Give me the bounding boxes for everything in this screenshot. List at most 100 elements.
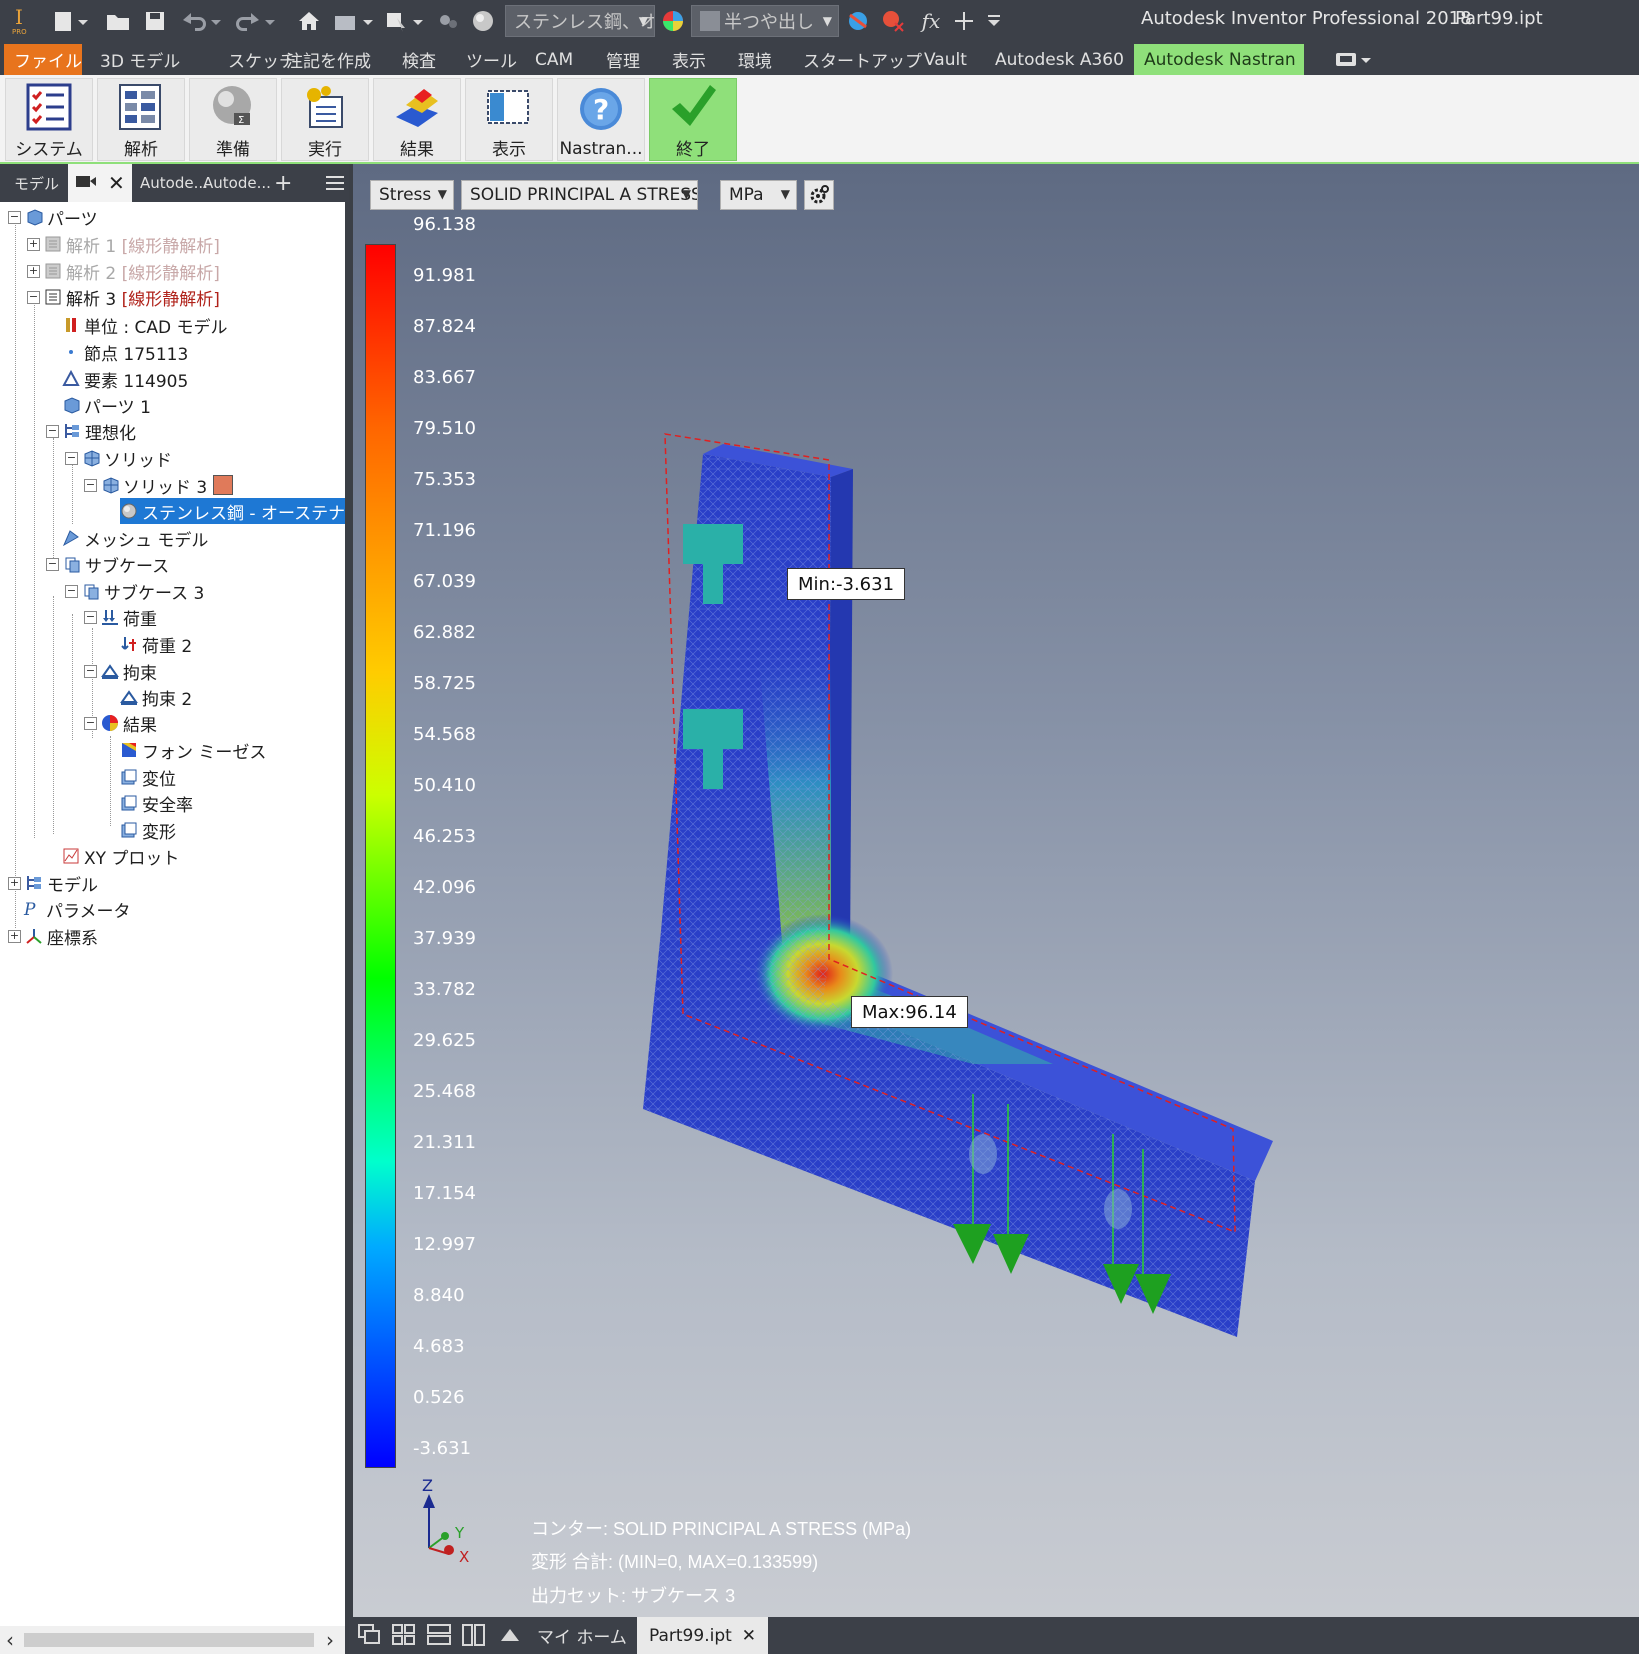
tab-3d-model[interactable]: 3D モデル	[90, 44, 190, 75]
tab-vault[interactable]: Vault	[914, 44, 977, 75]
tree-node-deformation[interactable]: 変形	[120, 817, 176, 843]
tab-tools[interactable]: ツール	[456, 44, 527, 75]
expand-toggle[interactable]: +	[27, 264, 40, 278]
analysis-button[interactable]: 解析	[97, 78, 185, 161]
tab-environments[interactable]: 環境	[728, 44, 782, 75]
tree-node-constraints[interactable]: − 拘束	[84, 658, 157, 684]
tree-node-solid[interactable]: − ソリッド	[65, 445, 172, 471]
tree-node-results[interactable]: − 結果	[84, 710, 157, 736]
close-tab-icon[interactable]: ✕	[108, 171, 125, 195]
fx-parameters-icon[interactable]: fx	[918, 6, 944, 36]
ribbon-display-toggle-icon[interactable]	[1334, 50, 1374, 70]
material-combo[interactable]: ステンレス鋼、オ ▼	[505, 5, 655, 37]
plot-settings-gear-icon[interactable]	[804, 180, 834, 210]
open-folder-icon[interactable]	[104, 6, 132, 36]
tree-node-units[interactable]: 単位 : CAD モデル	[62, 312, 228, 338]
tab-nastran-browser[interactable]: ✕	[68, 164, 132, 202]
scroll-right-icon[interactable]: ›	[326, 1628, 334, 1652]
appearance-color-icon[interactable]	[660, 6, 686, 36]
browser-menu-icon[interactable]	[318, 164, 352, 202]
arrange-up-icon[interactable]	[497, 1623, 525, 1649]
tab-inspect[interactable]: 検査	[392, 44, 446, 75]
tree-node-elements[interactable]: 要素 114905	[62, 366, 188, 392]
cascade-windows-icon[interactable]	[357, 1623, 385, 1649]
collapse-toggle[interactable]: −	[84, 664, 97, 678]
result-component-select[interactable]: SOLID PRINCIPAL A STRESS ▼	[461, 180, 698, 210]
tab-manage[interactable]: 管理	[596, 44, 650, 75]
tree-node-parts-1[interactable]: パーツ 1	[62, 392, 151, 418]
tab-autodesk-a360[interactable]: Autodesk A360	[985, 44, 1134, 75]
select-filter-icon[interactable]	[384, 6, 428, 36]
tab-annotate[interactable]: 注記を作成	[276, 44, 381, 75]
project-icon[interactable]	[332, 6, 376, 36]
tree-node-mesh-model[interactable]: メッシュ モデル	[62, 525, 208, 551]
tree-node-material[interactable]: ステンレス鋼 - オーステナイト系	[120, 498, 345, 524]
tree-node-load-2[interactable]: 荷重 2	[120, 631, 192, 657]
unit-select[interactable]: MPa ▼	[720, 180, 797, 210]
tab-get-started[interactable]: スタートアップ	[793, 44, 932, 75]
tab-autodesk-nastran[interactable]: Autodesk Nastran	[1134, 44, 1304, 75]
tab-file[interactable]: ファイル	[4, 44, 82, 75]
tab-part99-document[interactable]: Part99.ipt ✕	[637, 1617, 769, 1654]
tab-cam[interactable]: CAM	[525, 44, 583, 75]
scrollbar-thumb[interactable]	[24, 1633, 314, 1647]
tree-node-analysis-2[interactable]: + 解析 2 [線形静解析]	[27, 258, 220, 284]
system-button[interactable]: システム	[5, 78, 93, 161]
result-type-select[interactable]: Stress ▼	[370, 180, 454, 210]
expand-toggle[interactable]: +	[27, 237, 40, 251]
close-document-icon[interactable]: ✕	[742, 1626, 756, 1646]
tree-node-idealization[interactable]: − 理想化	[46, 418, 136, 444]
tree-node-subcase-3[interactable]: − サブケース 3	[65, 578, 204, 604]
tile-windows-icon[interactable]	[391, 1623, 419, 1649]
tree-node-subcase[interactable]: − サブケース	[46, 551, 169, 577]
collapse-toggle[interactable]: −	[84, 610, 97, 624]
new-document-icon[interactable]	[50, 6, 94, 36]
scroll-left-icon[interactable]: ‹	[6, 1628, 14, 1652]
tree-node-von-mises[interactable]: フォン ミーゼス	[120, 737, 266, 763]
tree-node-parts[interactable]: − パーツ	[8, 204, 98, 230]
run-button[interactable]: 実行	[281, 78, 369, 161]
tree-node-coordinate-system[interactable]: + 座標系	[8, 923, 98, 949]
tree-node-displacement[interactable]: 変位	[120, 764, 176, 790]
add-tab-button[interactable]: +	[268, 164, 298, 202]
graphics-viewport[interactable]: Stress ▼ SOLID PRINCIPAL A STRESS ▼ MPa ▼ 9…	[353, 164, 1639, 1617]
browser-horizontal-scrollbar[interactable]: ‹ ›	[0, 1626, 345, 1654]
collapse-toggle[interactable]: −	[65, 451, 78, 465]
tile-vertical-icon[interactable]	[461, 1623, 489, 1649]
appearance-combo[interactable]: 半つや出し ▼	[691, 5, 839, 37]
save-icon[interactable]	[142, 6, 168, 36]
home-icon[interactable]	[296, 6, 322, 36]
tree-node-model[interactable]: + モデル	[8, 870, 98, 896]
collapse-toggle[interactable]: −	[46, 557, 59, 571]
material-sphere-icon[interactable]	[470, 6, 496, 36]
collapse-toggle[interactable]: −	[84, 478, 97, 492]
collapse-toggle[interactable]: −	[84, 716, 97, 730]
tree-node-safety-factor[interactable]: 安全率	[120, 790, 193, 816]
collapse-toggle[interactable]: −	[65, 584, 78, 598]
results-button[interactable]: 結果	[373, 78, 461, 161]
tree-node-constraint-2[interactable]: 拘束 2	[120, 684, 192, 710]
clear-appearance-icon[interactable]	[880, 6, 906, 36]
tree-node-analysis-1[interactable]: + 解析 1 [線形静解析]	[27, 231, 220, 257]
plus-icon[interactable]	[952, 6, 976, 36]
tree-node-parameters[interactable]: P パラメータ	[24, 896, 131, 922]
tree-node-xy-plot[interactable]: XY プロット	[62, 843, 179, 869]
tree-node-analysis-3[interactable]: − 解析 3 [線形静解析]	[27, 284, 220, 310]
inventor-pro-logo-icon[interactable]: I PRO	[8, 6, 32, 36]
adjust-appearance-icon[interactable]	[845, 6, 871, 36]
tile-horizontal-icon[interactable]	[426, 1623, 454, 1649]
tab-model[interactable]: モデル	[8, 164, 65, 202]
expand-toggle[interactable]: +	[8, 929, 21, 943]
tree-node-solid-3[interactable]: − ソリッド 3	[84, 472, 234, 498]
expand-toggle[interactable]: +	[8, 876, 21, 890]
tree-node-nodes[interactable]: 節点 175113	[62, 339, 188, 365]
tab-autodesk-2[interactable]: Autode...	[197, 164, 277, 202]
undo-icon[interactable]	[178, 6, 224, 36]
redo-icon[interactable]	[232, 6, 278, 36]
tab-view[interactable]: 表示	[662, 44, 716, 75]
finish-button[interactable]: 終了	[649, 78, 737, 161]
nastran-help-button[interactable]: ? Nastran...	[557, 78, 645, 161]
collapse-toggle[interactable]: −	[46, 424, 59, 438]
collapse-toggle[interactable]: −	[8, 210, 21, 224]
fea-model[interactable]	[353, 164, 1639, 1617]
